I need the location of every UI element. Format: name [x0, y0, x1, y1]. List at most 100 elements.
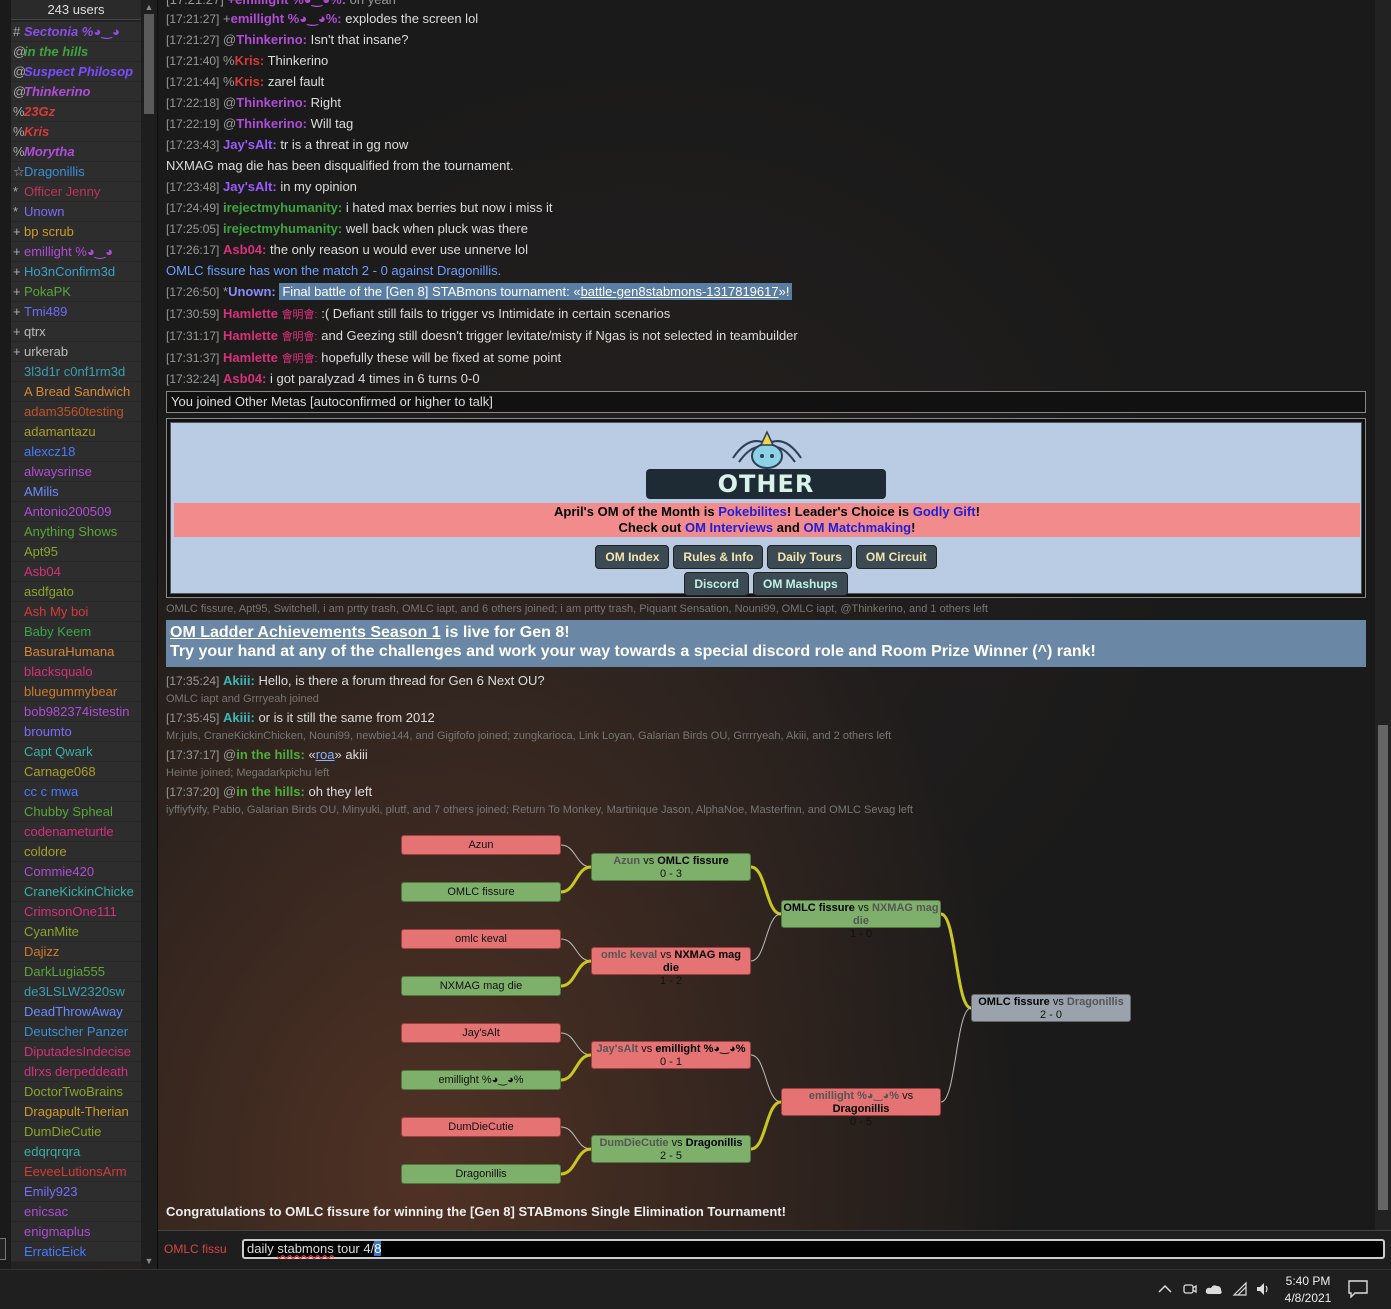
user-list-item[interactable]: * Unown: [11, 202, 141, 222]
user-list-item[interactable]: Baby Keem: [11, 622, 141, 642]
user-list-item[interactable]: Commie420: [11, 862, 141, 882]
user-list-item[interactable]: BasuraHumana: [11, 642, 141, 662]
user-list-item[interactable]: broumto: [11, 722, 141, 742]
chevron-up-icon[interactable]: [1158, 1284, 1172, 1294]
chat-message-input[interactable]: daily stabmons tour 4/8: [242, 1239, 1385, 1259]
bracket-player: Azun: [401, 835, 561, 855]
user-list-item[interactable]: CyanMite: [11, 922, 141, 942]
user-list-item[interactable]: + urkerab: [11, 342, 141, 362]
user-list-item[interactable]: * Officer Jenny: [11, 182, 141, 202]
user-list-item[interactable]: enicsac: [11, 1202, 141, 1222]
system-clock[interactable]: 5:40 PM 4/8/2021: [1278, 1273, 1338, 1307]
user-list-item[interactable]: DarkLugia555: [11, 962, 141, 982]
user-name: A Bread Sandwich: [24, 384, 131, 399]
user-name: de3LSLW2320sw: [24, 984, 125, 999]
user-list-item[interactable]: + qtrx: [11, 322, 141, 342]
user-list-item[interactable]: %Morytha: [11, 142, 141, 162]
user-rank: @: [13, 44, 27, 59]
user-list-item[interactable]: Emily923: [11, 1182, 141, 1202]
user-list-item[interactable]: Antonio200509: [11, 502, 141, 522]
user-list-item[interactable]: de3LSLW2320sw: [11, 982, 141, 1002]
user-list-item[interactable]: ErraticEick: [11, 1242, 141, 1262]
user-list-item[interactable]: + Ho3nConfirm3d: [11, 262, 141, 282]
scroll-up-icon[interactable]: ▲: [144, 2, 154, 12]
user-list-item[interactable]: bluegummybear: [11, 682, 141, 702]
user-list-item[interactable]: A Bread Sandwich: [11, 382, 141, 402]
match-score: 0 - 3: [659, 868, 682, 880]
user-list-item[interactable]: + PokaPK: [11, 282, 141, 302]
user-list-item[interactable]: @in the hills: [11, 42, 141, 62]
user-list-item[interactable]: asdfgato: [11, 582, 141, 602]
user-list-item[interactable]: ☆Dragonillis: [11, 162, 141, 182]
user-list-item[interactable]: # Sectonia %◕‿◕: [11, 22, 141, 42]
user-list-item[interactable]: %23Gz: [11, 102, 141, 122]
match-score: 0 - 1: [659, 1056, 682, 1068]
user-list-scroll-thumb[interactable]: [144, 14, 154, 114]
user-list-item[interactable]: alwaysrinse: [11, 462, 141, 482]
bracket-player: Jay'sAlt: [401, 1023, 561, 1043]
user-list-item[interactable]: Anything Shows: [11, 522, 141, 542]
user-list-item[interactable]: CrimsonOne111: [11, 902, 141, 922]
user-list-item[interactable]: DiputadesIndecise: [11, 1042, 141, 1062]
user-name: Ash My boi: [24, 604, 89, 619]
user-list-item[interactable]: Apt95: [11, 542, 141, 562]
user-list-item[interactable]: adam3560testing: [11, 402, 141, 422]
chat-scroll-thumb[interactable]: [1378, 725, 1388, 1210]
user-list-item[interactable]: Chubby Spheal: [11, 802, 141, 822]
bracket-match: OMLC fissure vs NXMAG mag die 1 - 0: [781, 900, 941, 940]
user-list-item[interactable]: Capt Qwark: [11, 742, 141, 762]
user-list-item[interactable]: blacksqualo: [11, 662, 141, 682]
user-list-item[interactable]: Carnage068: [11, 762, 141, 782]
user-list-item[interactable]: @Suspect Philosop: [11, 62, 141, 82]
user-list-item[interactable]: + Tmi489: [11, 302, 141, 322]
onedrive-cloud-icon[interactable]: [1205, 1283, 1223, 1295]
user-list-item[interactable]: DumDieCutie: [11, 1122, 141, 1142]
chat-scrollbar[interactable]: [1375, 0, 1391, 1230]
bracket-connector: [560, 1032, 592, 1056]
meet-now-icon[interactable]: [1182, 1281, 1198, 1297]
user-name: alwaysrinse: [24, 464, 92, 479]
user-list-item[interactable]: EeveeLutionsArm: [11, 1162, 141, 1182]
current-username[interactable]: OMLC fissu: [164, 1242, 242, 1256]
notification-center-icon[interactable]: [1348, 1280, 1368, 1298]
match-players: DumDieCutie vs Dragonillis: [592, 1137, 750, 1150]
user-list-item[interactable]: Deutscher Panzer: [11, 1022, 141, 1042]
user-list-item[interactable]: AMilis: [11, 482, 141, 502]
bracket-connector: [560, 865, 592, 894]
user-list-item[interactable]: %Kris: [11, 122, 141, 142]
user-list-item[interactable]: + emillight %◕‿◕: [11, 242, 141, 262]
user-list-item[interactable]: coldore: [11, 842, 141, 862]
user-name: Sectonia %◕‿◕: [24, 24, 120, 39]
scroll-down-icon[interactable]: ▼: [144, 1256, 154, 1266]
user-list-item[interactable]: dlrxs derpeddeath: [11, 1062, 141, 1082]
user-list-item[interactable]: adamantazu: [11, 422, 141, 442]
wifi-icon[interactable]: [1232, 1281, 1248, 1297]
user-list-item[interactable]: Dajizz: [11, 942, 141, 962]
user-list-scrollbar[interactable]: ▲ ▼: [141, 0, 157, 1269]
user-list-item[interactable]: bob982374istestin: [11, 702, 141, 722]
user-list-item[interactable]: Dragapult-Therian: [11, 1102, 141, 1122]
sidebar-toggle-button[interactable]: [0, 1238, 6, 1260]
user-name: Carnage068: [24, 764, 96, 779]
user-list-item[interactable]: @Thinkerino: [11, 82, 141, 102]
volume-icon[interactable]: [1255, 1281, 1271, 1297]
user-list-item[interactable]: Ash My boi: [11, 602, 141, 622]
user-list-item[interactable]: DoctorTwoBrains: [11, 1082, 141, 1102]
user-list-item[interactable]: Asb04: [11, 562, 141, 582]
user-list-item[interactable]: cc c mwa: [11, 782, 141, 802]
match-player-2: Dragonillis: [832, 1103, 890, 1115]
user-list-item[interactable]: alexcz18: [11, 442, 141, 462]
user-list-item[interactable]: edqrqrqra: [11, 1142, 141, 1162]
user-list-item[interactable]: enigmaplus: [11, 1222, 141, 1242]
user-list-item[interactable]: DeadThrowAway: [11, 1002, 141, 1022]
user-list-item[interactable]: codenameturtle: [11, 822, 141, 842]
user-list-item[interactable]: + bp scrub: [11, 222, 141, 242]
user-list-item[interactable]: 3l3d1r c0nf1rm3d: [11, 362, 141, 382]
vs-label: vs: [1052, 996, 1064, 1008]
user-list-item[interactable]: CraneKickinChicke: [11, 882, 141, 902]
user-name: Dragapult-Therian: [24, 1104, 129, 1119]
match-players: Azun vs OMLC fissure: [592, 855, 750, 868]
match-player-1: Jay'sAlt: [596, 1043, 639, 1055]
user-name: cc c mwa: [24, 784, 79, 799]
left-edge-strip: [0, 0, 11, 1269]
